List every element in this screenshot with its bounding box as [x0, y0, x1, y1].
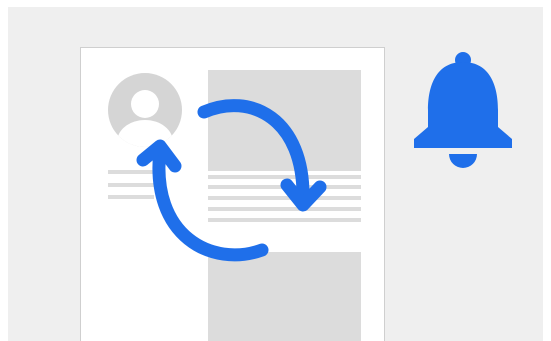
text-line	[108, 183, 154, 187]
illustration-canvas	[0, 0, 551, 341]
image-placeholder-bottom	[208, 252, 361, 341]
profile-document-icon	[80, 47, 385, 341]
text-line	[208, 196, 361, 200]
text-line	[208, 175, 361, 179]
profile-sync-illustration	[8, 7, 543, 341]
text-line	[208, 207, 361, 211]
text-line	[208, 218, 361, 222]
text-line	[108, 170, 154, 174]
image-placeholder-top	[208, 70, 361, 171]
text-line	[108, 195, 154, 199]
